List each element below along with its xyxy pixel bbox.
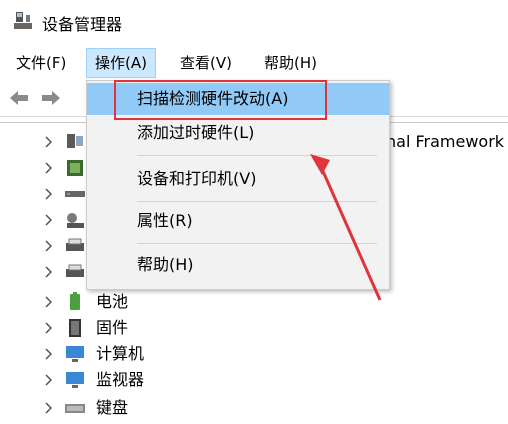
computer-chip-icon [67,134,83,148]
tree-item-monitor[interactable]: 监视器 [0,367,508,393]
menu-separator [137,155,377,156]
tree-item-firmware[interactable]: 固件 [0,315,508,341]
truncated-device-label: nal Framework [386,132,505,151]
chevron-right-icon[interactable] [44,373,54,387]
chevron-right-icon[interactable] [44,213,54,227]
window-title: 设备管理器 [42,15,123,34]
chevron-right-icon[interactable] [44,347,54,361]
menu-action[interactable]: 操作(A) [86,48,156,78]
chevron-right-icon[interactable] [44,161,54,175]
chevron-right-icon[interactable] [44,187,54,201]
device-manager-icon [14,12,32,29]
chevron-right-icon[interactable] [44,295,54,309]
menu-item-label: 添加过时硬件(L) [137,123,255,142]
menu-file[interactable]: 文件(F) [8,48,74,78]
menu-item-help[interactable]: 帮助(H) [87,249,389,281]
chevron-right-icon[interactable] [44,265,54,279]
chevron-right-icon[interactable] [44,321,54,335]
chevron-right-icon[interactable] [44,239,54,253]
menu-item-label: 帮助(H) [137,255,194,274]
computer-icon [66,346,84,362]
printer-icon [66,238,84,251]
disk-drive-icon [65,191,85,197]
menu-bar: 文件(F) 操作(A) 查看(V) 帮助(H) [0,48,508,78]
title-bar: 设备管理器 [0,0,508,42]
tree-item-label: 监视器 [96,370,145,389]
tree-item-label: 计算机 [96,344,145,363]
chevron-right-icon[interactable] [44,401,54,415]
menu-item-label: 属性(R) [137,211,193,230]
storage-controller-icon [67,213,84,228]
tree-item-computer[interactable]: 计算机 [0,341,508,367]
back-arrow-icon[interactable] [8,88,30,108]
forward-arrow-icon[interactable] [40,88,62,108]
tree-item-keyboard[interactable]: 键盘 [0,395,508,421]
printer-queue-icon [66,264,84,277]
menu-item-devices-printers[interactable]: 设备和打印机(V) [87,163,389,195]
firmware-icon [69,319,81,337]
monitor-icon [66,372,84,388]
tree-item-label: 键盘 [96,398,129,417]
menu-item-properties[interactable]: 属性(R) [87,205,389,237]
tree-item-battery[interactable]: 电池 [0,289,508,315]
menu-help[interactable]: 帮助(H) [256,48,325,78]
battery-icon [70,292,80,310]
keyboard-icon [65,404,85,413]
processor-icon [67,160,83,176]
menu-item-label: 设备和打印机(V) [137,169,257,188]
menu-separator [137,201,377,202]
chevron-right-icon[interactable] [44,135,54,149]
menu-item-add-legacy-hardware[interactable]: 添加过时硬件(L) [87,117,389,149]
menu-view[interactable]: 查看(V) [172,48,240,78]
menu-separator [137,243,377,244]
annotation-box [114,80,327,120]
tree-item-label: 固件 [96,318,129,337]
tree-item-label: 电池 [96,292,129,311]
